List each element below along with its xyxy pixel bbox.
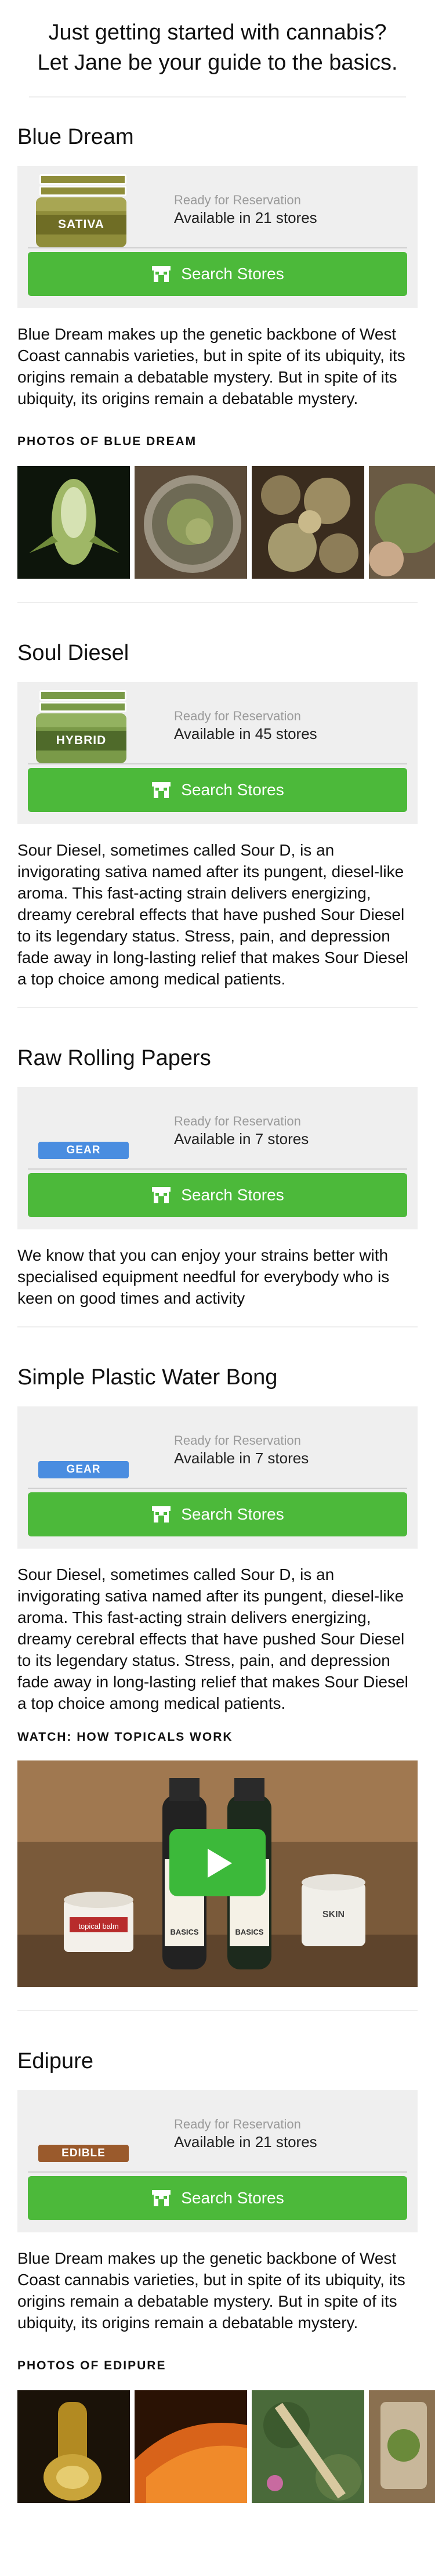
product-description: Sour Diesel, sometimes called Sour D, is… bbox=[17, 841, 408, 988]
product-title[interactable]: Soul Diesel bbox=[17, 614, 418, 667]
product-description: Blue Dream makes up the genetic backbone… bbox=[17, 325, 405, 407]
product-photo[interactable] bbox=[252, 2390, 364, 2503]
video-bottle-text: BASICS bbox=[170, 1928, 198, 1936]
product-photo[interactable] bbox=[135, 466, 247, 579]
search-stores-button[interactable]: Search Stores bbox=[28, 2176, 407, 2220]
card-divider bbox=[28, 1168, 407, 1170]
product-description: Blue Dream makes up the genetic backbone… bbox=[17, 2249, 405, 2332]
ready-label: Ready for Reservation bbox=[174, 193, 301, 207]
availability-text: Available in 7 stores bbox=[174, 1449, 309, 1467]
search-stores-button[interactable]: Search Stores bbox=[28, 768, 407, 812]
video-jar-left-text: topical balm bbox=[78, 1922, 118, 1931]
intro-line-2: Let Jane be your guide to the basics. bbox=[37, 50, 398, 75]
card-divider bbox=[28, 2171, 407, 2173]
product-card: GEAR Ready for Reservation Available in … bbox=[17, 1406, 418, 1549]
search-stores-label: Search Stores bbox=[181, 265, 284, 283]
product-photo[interactable] bbox=[369, 2390, 435, 2503]
card-divider bbox=[28, 247, 407, 248]
product-photo[interactable] bbox=[17, 2390, 130, 2503]
ready-label: Ready for Reservation bbox=[174, 709, 301, 723]
store-icon bbox=[152, 782, 171, 798]
strain-type-badge: SATIVA bbox=[36, 215, 126, 234]
search-stores-button[interactable]: Search Stores bbox=[28, 1492, 407, 1536]
product-title[interactable]: Edipure bbox=[17, 2022, 418, 2075]
product-card: EDIBLE Ready for Reservation Available i… bbox=[17, 2090, 418, 2232]
intro-header: Just getting started with cannabis? Let … bbox=[0, 0, 435, 98]
product-title[interactable]: Simple Plastic Water Bong bbox=[17, 1338, 418, 1391]
store-icon bbox=[152, 1506, 171, 1522]
category-badge: GEAR bbox=[38, 1142, 129, 1159]
product-photo[interactable] bbox=[135, 2390, 247, 2503]
intro-line-1: Just getting started with cannabis? bbox=[48, 20, 387, 45]
search-stores-label: Search Stores bbox=[181, 781, 284, 799]
video-player[interactable]: topical balm BASICS BASICS SKIN bbox=[17, 1760, 418, 1987]
product-card: SATIVA Ready for Reservation Available i… bbox=[17, 166, 418, 308]
search-stores-label: Search Stores bbox=[181, 1505, 284, 1523]
product-photo[interactable] bbox=[252, 466, 364, 579]
product-description: We know that you can enjoy your strains … bbox=[17, 1246, 390, 1307]
product-title[interactable]: Blue Dream bbox=[17, 98, 418, 151]
play-icon bbox=[208, 1849, 232, 1878]
product-section-raw-rolling-papers: Raw Rolling Papers GEAR Ready for Reserv… bbox=[0, 1008, 435, 1327]
product-card: GEAR Ready for Reservation Available in … bbox=[17, 1087, 418, 1229]
photo-strip[interactable] bbox=[17, 2390, 435, 2503]
availability-text: Available in 7 stores bbox=[174, 1130, 309, 1148]
strain-type-badge: HYBRID bbox=[36, 731, 126, 751]
search-stores-button[interactable]: Search Stores bbox=[28, 252, 407, 296]
search-stores-label: Search Stores bbox=[181, 2189, 284, 2207]
video-heading: WATCH: HOW TOPICALS WORK bbox=[17, 1730, 233, 1744]
category-badge: EDIBLE bbox=[38, 2145, 129, 2162]
availability-text: Available in 21 stores bbox=[174, 209, 317, 226]
store-icon bbox=[152, 2190, 171, 2206]
product-photo[interactable] bbox=[369, 466, 435, 579]
availability-text: Available in 21 stores bbox=[174, 2133, 317, 2151]
product-section-water-bong: Simple Plastic Water Bong GEAR Ready for… bbox=[0, 1327, 435, 2011]
product-section-edipure: Edipure EDIBLE Ready for Reservation Ava… bbox=[0, 2011, 435, 2503]
ready-label: Ready for Reservation bbox=[174, 1433, 301, 1448]
ready-label: Ready for Reservation bbox=[174, 1114, 301, 1128]
card-divider bbox=[28, 763, 407, 764]
photos-heading: PHOTOS OF BLUE DREAM bbox=[17, 435, 197, 448]
store-icon bbox=[152, 266, 171, 282]
play-button[interactable] bbox=[169, 1829, 266, 1896]
photo-strip[interactable] bbox=[17, 466, 435, 579]
photos-heading: PHOTOS OF EDIPURE bbox=[17, 2359, 166, 2372]
video-jar-right-text: SKIN bbox=[322, 1910, 345, 1920]
product-section-blue-dream: Blue Dream SATIVA Ready for Reservation … bbox=[0, 98, 435, 603]
ready-label: Ready for Reservation bbox=[174, 2117, 301, 2131]
product-title[interactable]: Raw Rolling Papers bbox=[17, 1019, 418, 1072]
store-icon bbox=[152, 1187, 171, 1203]
product-description: Sour Diesel, sometimes called Sour D, is… bbox=[17, 1565, 408, 1712]
jar-icon: HYBRID bbox=[36, 690, 126, 763]
search-stores-label: Search Stores bbox=[181, 1186, 284, 1204]
category-badge: GEAR bbox=[38, 1461, 129, 1478]
product-card: HYBRID Ready for Reservation Available i… bbox=[17, 682, 418, 824]
card-divider bbox=[28, 1488, 407, 1489]
jar-icon: SATIVA bbox=[36, 174, 126, 247]
search-stores-button[interactable]: Search Stores bbox=[28, 1173, 407, 1217]
availability-text: Available in 45 stores bbox=[174, 725, 317, 742]
product-section-soul-diesel: Soul Diesel HYBRID Ready for Reservation… bbox=[0, 603, 435, 1008]
product-photo[interactable] bbox=[17, 466, 130, 579]
video-bottle-text-2: BASICS bbox=[235, 1928, 263, 1936]
